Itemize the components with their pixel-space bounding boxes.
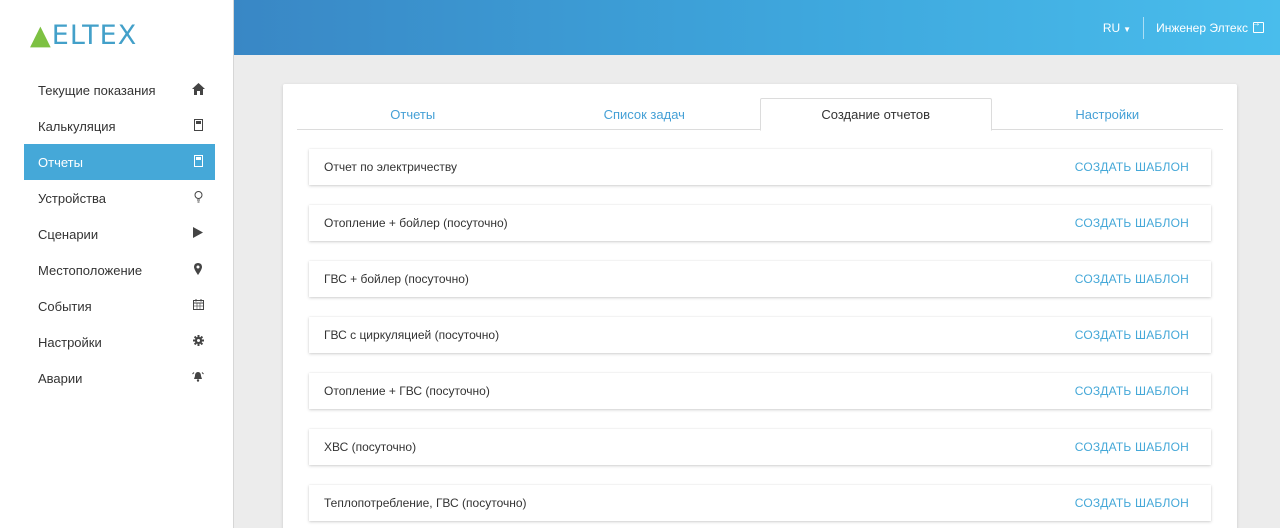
user-logout-link[interactable]: Инженер Элтекс: [1156, 18, 1264, 35]
list-item: Отопление + ГВС (посуточно) СОЗДАТЬ ШАБЛ…: [309, 373, 1211, 409]
list-item: Теплопотребление, ГВС (посуточно) СОЗДАТ…: [309, 485, 1211, 521]
report-name: Отопление + ГВС (посуточно): [324, 384, 490, 398]
header-controls: RU ▼ Инженер Элтекс: [1103, 0, 1264, 55]
sidebar-item-label: События: [38, 298, 92, 314]
header-divider: [1143, 16, 1145, 39]
sidebar-item-label: Устройства: [38, 190, 107, 206]
sidebar-nav: Текущие показания Калькуляция Отчеты Уст…: [0, 72, 233, 396]
play-icon: [191, 227, 205, 241]
create-template-button[interactable]: СОЗДАТЬ ШАБЛОН: [1075, 328, 1189, 342]
eltex-logo[interactable]: ▲ELTEX: [0, 0, 233, 70]
caret-down-icon: ▼: [1123, 24, 1132, 34]
report-name: ГВС с циркуляцией (посуточно): [324, 328, 500, 342]
tab-create-reports[interactable]: Создание отчетов: [760, 98, 992, 131]
reports-card: Отчеты Список задач Создание отчетов Нас…: [283, 84, 1237, 528]
tab-reports[interactable]: Отчеты: [297, 98, 529, 130]
list-item: ГВС + бойлер (посуточно) СОЗДАТЬ ШАБЛОН: [309, 261, 1211, 297]
list-item: ГВС с циркуляцией (посуточно) СОЗДАТЬ ША…: [309, 317, 1211, 353]
tab-task-list[interactable]: Список задач: [529, 98, 761, 130]
create-template-button[interactable]: СОЗДАТЬ ШАБЛОН: [1075, 440, 1189, 454]
map-marker-icon: [191, 262, 205, 278]
create-template-button[interactable]: СОЗДАТЬ ШАБЛОН: [1075, 216, 1189, 230]
sidebar-item-devices[interactable]: Устройства: [0, 180, 233, 216]
sidebar-item-scenarios[interactable]: Сценарии: [0, 216, 233, 252]
top-header: RU ▼ Инженер Элтекс: [234, 0, 1280, 55]
list-item: ХВС (посуточно) СОЗДАТЬ ШАБЛОН: [309, 429, 1211, 465]
calendar-icon: [191, 299, 205, 313]
report-name: Отчет по электричеству: [324, 160, 458, 174]
sidebar-item-settings[interactable]: Настройки: [0, 324, 233, 360]
reports-tabs: Отчеты Список задач Создание отчетов Нас…: [297, 98, 1224, 131]
list-item: Отопление + бойлер (посуточно) СОЗДАТЬ Ш…: [309, 205, 1211, 241]
sidebar-item-calculation[interactable]: Калькуляция: [0, 108, 233, 144]
report-name: Отопление + бойлер (посуточно): [324, 216, 508, 230]
sidebar: ▲ELTEX Текущие показания Калькуляция Отч…: [0, 0, 234, 528]
report-icon: [191, 154, 205, 170]
create-template-button[interactable]: СОЗДАТЬ ШАБЛОН: [1075, 496, 1189, 510]
sidebar-item-label: Текущие показания: [38, 82, 156, 98]
home-icon: [191, 82, 205, 98]
sidebar-item-label: Калькуляция: [38, 118, 116, 134]
sidebar-item-reports[interactable]: Отчеты: [24, 144, 215, 180]
sidebar-item-label: Сценарии: [38, 226, 99, 242]
sidebar-item-label: Настройки: [38, 334, 102, 350]
sidebar-item-current-readings[interactable]: Текущие показания: [0, 72, 233, 108]
gear-icon: [191, 335, 205, 349]
report-templates-list: Отчет по электричеству СОЗДАТЬ ШАБЛОН От…: [309, 149, 1211, 528]
logo-triangle-icon: ▲: [30, 19, 52, 51]
sidebar-item-events[interactable]: События: [0, 288, 233, 324]
report-name: ХВС (посуточно): [324, 440, 417, 454]
logout-icon: [1251, 18, 1264, 33]
create-template-button[interactable]: СОЗДАТЬ ШАБЛОН: [1075, 272, 1189, 286]
sidebar-item-alarms[interactable]: Аварии: [0, 360, 233, 396]
sidebar-item-label: Местоположение: [38, 262, 143, 278]
create-template-button[interactable]: СОЗДАТЬ ШАБЛОН: [1075, 384, 1189, 398]
alarm-bell-icon: [191, 371, 205, 385]
calculator-icon: [191, 118, 205, 134]
sidebar-item-location[interactable]: Местоположение: [0, 252, 233, 288]
create-template-button[interactable]: СОЗДАТЬ ШАБЛОН: [1075, 160, 1189, 174]
list-item: Отчет по электричеству СОЗДАТЬ ШАБЛОН: [309, 149, 1211, 185]
tab-settings[interactable]: Настройки: [992, 98, 1224, 130]
report-name: ГВС + бойлер (посуточно): [324, 272, 469, 286]
lightbulb-icon: [191, 190, 205, 206]
sidebar-item-label: Аварии: [38, 370, 83, 386]
language-selector[interactable]: RU ▼: [1103, 21, 1143, 35]
report-name: Теплопотребление, ГВС (посуточно): [324, 496, 527, 510]
sidebar-item-label: Отчеты: [38, 154, 83, 170]
